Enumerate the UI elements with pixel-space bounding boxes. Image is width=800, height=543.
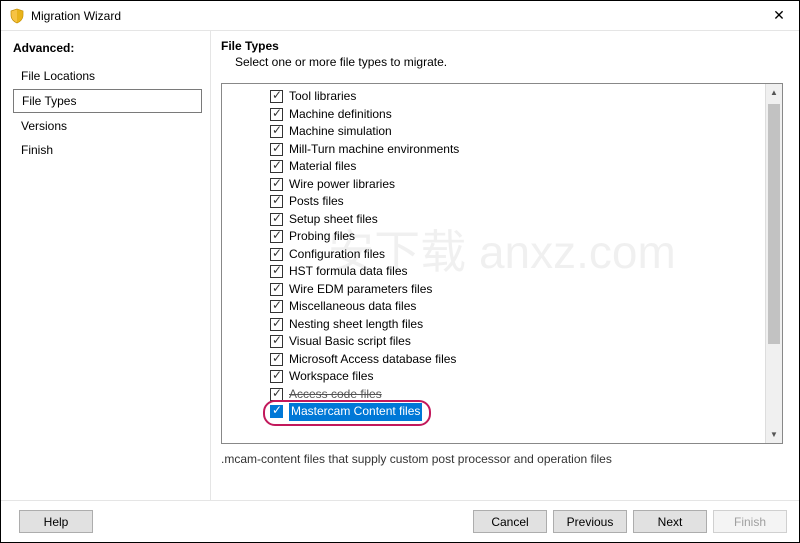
file-type-row[interactable]: Probing files (270, 228, 765, 246)
file-type-checkbox[interactable] (270, 283, 283, 296)
next-button[interactable]: Next (633, 510, 707, 533)
annotation-highlight (13, 163, 93, 193)
file-type-label: Material files (289, 158, 356, 176)
sidebar-heading: Advanced: (13, 41, 202, 55)
cancel-button[interactable]: Cancel (473, 510, 547, 533)
file-type-row[interactable]: Mill-Turn machine environments (270, 141, 765, 159)
file-type-checkbox[interactable] (270, 388, 283, 401)
file-type-checkbox[interactable] (270, 300, 283, 313)
file-type-checkbox[interactable] (270, 230, 283, 243)
file-type-label: Wire power libraries (289, 176, 395, 194)
file-type-checkbox[interactable] (270, 195, 283, 208)
window-title: Migration Wizard (31, 9, 121, 23)
file-type-checkbox[interactable] (270, 108, 283, 121)
file-type-row[interactable]: Tool libraries (270, 88, 765, 106)
file-type-label: Setup sheet files (289, 211, 378, 229)
file-type-label: Workspace files (289, 368, 373, 386)
file-type-label: Mastercam Content files (289, 403, 422, 421)
file-type-checkbox[interactable] (270, 318, 283, 331)
file-type-label: Access code files (289, 386, 382, 404)
file-type-label: Mill-Turn machine environments (289, 141, 459, 159)
file-type-label: HST formula data files (289, 263, 408, 281)
main-panel: File Types Select one or more file types… (211, 31, 799, 500)
file-type-label: Visual Basic script files (289, 333, 411, 351)
close-icon: ✕ (773, 7, 785, 24)
migration-wizard-window: Migration Wizard ✕ Advanced: File Locati… (0, 0, 800, 543)
file-type-row[interactable]: Wire power libraries (270, 176, 765, 194)
scroll-up-button[interactable]: ▲ (766, 84, 782, 101)
file-type-row[interactable]: Posts files (270, 193, 765, 211)
file-type-row[interactable]: Access code files (270, 386, 765, 404)
wizard-body: Advanced: File Locations File Types Versio… (1, 31, 799, 500)
page-title: File Types (221, 39, 783, 53)
file-type-row[interactable]: Setup sheet files (270, 211, 765, 229)
close-button[interactable]: ✕ (759, 1, 799, 31)
page-subtitle: Select one or more file types to migrate… (235, 55, 783, 69)
file-type-label: Miscellaneous data files (289, 298, 416, 316)
file-type-row[interactable]: Nesting sheet length files (270, 316, 765, 334)
file-type-checkbox[interactable] (270, 248, 283, 261)
file-type-row[interactable]: Machine simulation (270, 123, 765, 141)
sidebar-item-file-locations[interactable]: File Locations (13, 65, 202, 87)
sidebar-item-label: File Locations (21, 69, 95, 83)
scroll-down-button[interactable]: ▼ (766, 426, 782, 443)
wizard-icon (9, 8, 25, 24)
file-type-row[interactable]: Mastercam Content files (270, 403, 765, 421)
sidebar-item-label: Versions (21, 119, 67, 133)
file-type-label: Probing files (289, 228, 355, 246)
file-type-checkbox[interactable] (270, 335, 283, 348)
file-type-label: Machine simulation (289, 123, 392, 141)
file-type-row[interactable]: HST formula data files (270, 263, 765, 281)
nav-list: File Locations File Types Versions Finish (13, 65, 202, 161)
previous-button[interactable]: Previous (553, 510, 627, 533)
file-type-checkbox[interactable] (270, 90, 283, 103)
sidebar-item-label: Finish (21, 143, 53, 157)
file-types-list: Tool librariesMachine definitionsMachine… (222, 84, 765, 443)
sidebar-item-file-types[interactable]: File Types (13, 89, 202, 113)
file-type-checkbox[interactable] (270, 178, 283, 191)
help-button[interactable]: Help (19, 510, 93, 533)
file-type-checkbox[interactable] (270, 143, 283, 156)
file-type-row[interactable]: Miscellaneous data files (270, 298, 765, 316)
file-type-checkbox[interactable] (270, 213, 283, 226)
file-type-row[interactable]: Wire EDM parameters files (270, 281, 765, 299)
file-type-checkbox[interactable] (270, 405, 283, 418)
file-type-label: Nesting sheet length files (289, 316, 423, 334)
file-type-label: Microsoft Access database files (289, 351, 456, 369)
file-type-label: Posts files (289, 193, 344, 211)
file-type-row[interactable]: Configuration files (270, 246, 765, 264)
file-type-label: Wire EDM parameters files (289, 281, 432, 299)
sidebar-item-label: File Types (22, 94, 76, 108)
vertical-scrollbar[interactable]: ▲ ▼ (765, 84, 782, 443)
file-type-checkbox[interactable] (270, 265, 283, 278)
file-type-row[interactable]: Material files (270, 158, 765, 176)
file-type-description: .mcam-content files that supply custom p… (221, 452, 783, 492)
sidebar: Advanced: File Locations File Types Versio… (1, 31, 211, 500)
file-type-row[interactable]: Visual Basic script files (270, 333, 765, 351)
file-type-label: Machine definitions (289, 106, 392, 124)
sidebar-item-versions[interactable]: Versions (13, 115, 202, 137)
file-type-row[interactable]: Machine definitions (270, 106, 765, 124)
file-type-row[interactable]: Workspace files (270, 368, 765, 386)
file-type-checkbox[interactable] (270, 160, 283, 173)
file-type-checkbox[interactable] (270, 125, 283, 138)
file-types-listbox: Tool librariesMachine definitionsMachine… (221, 83, 783, 444)
sidebar-item-finish[interactable]: Finish (13, 139, 202, 161)
file-type-checkbox[interactable] (270, 370, 283, 383)
file-type-checkbox[interactable] (270, 353, 283, 366)
file-type-row[interactable]: Microsoft Access database files (270, 351, 765, 369)
file-type-label: Configuration files (289, 246, 385, 264)
titlebar: Migration Wizard ✕ (1, 1, 799, 31)
finish-button[interactable]: Finish (713, 510, 787, 533)
footer: Help Cancel Previous Next Finish (1, 500, 799, 542)
file-type-label: Tool libraries (289, 88, 356, 106)
scroll-thumb[interactable] (768, 104, 780, 344)
